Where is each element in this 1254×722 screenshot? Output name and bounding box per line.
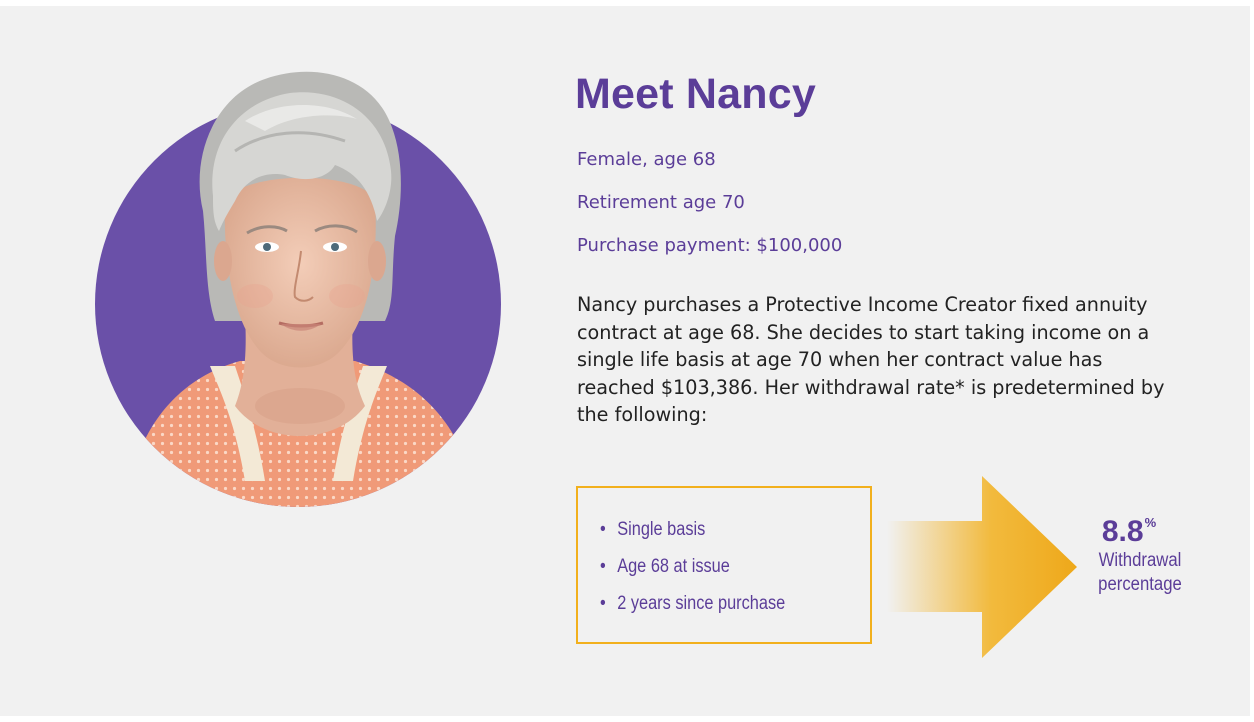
withdrawal-percentage-value: 8.8% <box>1102 506 1156 549</box>
criteria-item-label: Single basis <box>617 519 706 540</box>
criteria-item-label: Age 68 at issue <box>617 556 730 577</box>
criteria-list: • Single basis • Age 68 at issue • 2 years … <box>600 516 815 627</box>
criteria-item: • 2 years since purchase <box>600 590 785 627</box>
bullet-icon: • <box>600 519 606 540</box>
description-paragraph: Nancy purchases a Protective Income Crea… <box>577 293 1165 426</box>
withdrawal-label-line1: Withdrawal <box>1098 550 1182 571</box>
percentage-number: 8.8 <box>1101 515 1144 548</box>
bullet-icon: • <box>600 556 606 577</box>
fact-purchase-payment: Purchase payment: $100,000 <box>577 235 843 256</box>
bullet-icon: • <box>600 593 606 614</box>
page-title: Meet Nancy <box>575 70 816 118</box>
info-panel: Meet Nancy Female, age 68 Retirement age… <box>0 6 1250 716</box>
criteria-item-label: 2 years since purchase <box>617 593 786 614</box>
withdrawal-label-line2: percentage <box>1098 574 1182 595</box>
criteria-item: • Single basis <box>600 516 785 553</box>
percentage-unit: % <box>1144 515 1157 530</box>
right-arrow-icon <box>887 476 1087 663</box>
fact-gender-age: Female, age 68 <box>577 149 716 170</box>
portrait-image <box>95 61 505 511</box>
fact-retirement-age: Retirement age 70 <box>577 192 745 213</box>
criteria-box: • Single basis • Age 68 at issue • 2 years … <box>576 486 872 644</box>
withdrawal-result: 8.8% Withdrawal percentage <box>1085 506 1195 597</box>
criteria-item: • Age 68 at issue <box>600 553 785 590</box>
